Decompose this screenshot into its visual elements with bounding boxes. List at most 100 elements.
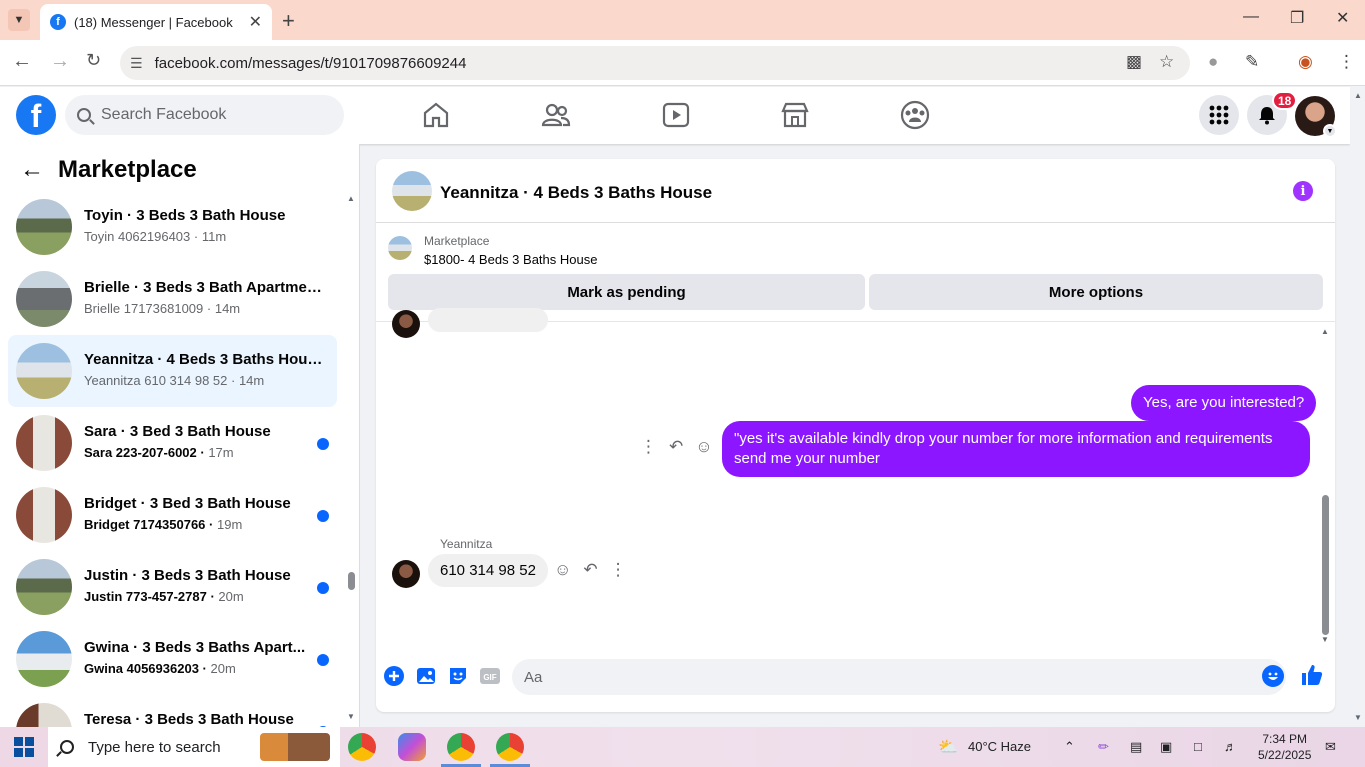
info-icon[interactable]: i bbox=[1293, 181, 1313, 201]
volume-icon[interactable]: ♬ bbox=[1224, 739, 1237, 754]
taskbar-search-text: Type here to search bbox=[88, 738, 221, 756]
conversation-item[interactable]: Bridget · 3 Bed 3 Bath House Bridget 717… bbox=[8, 479, 337, 551]
weather-icon[interactable]: ⛅ bbox=[938, 737, 958, 757]
new-tab-button[interactable]: + bbox=[282, 8, 295, 34]
site-info-icon[interactable]: ☰ bbox=[130, 55, 143, 72]
account-avatar[interactable]: ▼ bbox=[1295, 96, 1337, 138]
profile-icon[interactable]: ◉ bbox=[1298, 52, 1313, 72]
restore-icon[interactable]: ❐ bbox=[1290, 8, 1304, 28]
forward-icon[interactable]: → bbox=[50, 50, 70, 73]
marketplace-icon[interactable] bbox=[779, 99, 811, 131]
conversation-item-active[interactable]: Yeannitza · 4 Beds 3 Baths House Yeannit… bbox=[8, 335, 337, 407]
battery-icon[interactable]: ▣ bbox=[1160, 739, 1172, 755]
thumbs-up-icon[interactable] bbox=[1300, 663, 1324, 687]
home-icon[interactable] bbox=[420, 99, 452, 131]
chat-avatar[interactable] bbox=[392, 171, 432, 211]
facebook-logo-icon[interactable]: f bbox=[16, 95, 56, 135]
scroll-up-icon[interactable]: ▲ bbox=[347, 194, 355, 203]
photo-icon[interactable] bbox=[415, 665, 437, 687]
listing-thumbnail bbox=[16, 487, 72, 543]
marketplace-listing-card: Marketplace $1800- 4 Beds 3 Baths House … bbox=[376, 224, 1335, 321]
conversation-name: Toyin · 3 Beds 3 Bath House bbox=[84, 207, 286, 224]
scrollbar-thumb[interactable] bbox=[348, 572, 355, 590]
sender-avatar[interactable] bbox=[392, 560, 420, 588]
more-icon[interactable]: ⋮ bbox=[640, 437, 657, 457]
sidebar-scrollbar[interactable]: ▲ ▼ bbox=[347, 194, 355, 721]
listing-thumbnail bbox=[16, 343, 72, 399]
back-icon[interactable]: ← bbox=[12, 50, 32, 73]
message-bubble-outgoing: "yes it's available kindly drop your num… bbox=[722, 421, 1310, 477]
more-icon[interactable]: ⋮ bbox=[610, 560, 627, 580]
facebook-header: f 18 ▼ bbox=[0, 87, 1350, 144]
pen-icon[interactable]: ✏ bbox=[1098, 739, 1109, 755]
reply-icon[interactable]: ↶ bbox=[669, 437, 683, 457]
extensions-icon[interactable]: ✎ bbox=[1245, 52, 1259, 72]
sticker-icon[interactable] bbox=[447, 665, 469, 687]
scroll-down-icon[interactable]: ▼ bbox=[347, 712, 355, 721]
close-tab-icon[interactable]: ✕ bbox=[249, 12, 262, 32]
chat-title[interactable]: Yeannitza · 4 Beds 3 Baths House bbox=[440, 183, 712, 203]
conversation-preview: Toyin 4062196403 · 11m bbox=[84, 229, 227, 244]
page-scrollbar[interactable]: ▲ ▼ bbox=[1350, 87, 1365, 727]
react-smiley-icon[interactable]: ☺ bbox=[695, 437, 712, 457]
notification-center-icon[interactable]: ✉ bbox=[1325, 739, 1336, 755]
menu-grid-button[interactable] bbox=[1199, 95, 1239, 135]
bookmark-star-icon[interactable]: ☆ bbox=[1159, 52, 1174, 72]
scroll-up-icon[interactable]: ▲ bbox=[1354, 91, 1362, 100]
translate-icon[interactable]: ● bbox=[1208, 52, 1218, 72]
scroll-up-icon[interactable]: ▲ bbox=[1321, 327, 1329, 336]
tab-title: (18) Messenger | Facebook bbox=[74, 14, 233, 30]
more-options-button[interactable]: More options bbox=[869, 274, 1323, 310]
meet-icon[interactable]: ▤ bbox=[1130, 739, 1142, 755]
listing-thumbnail bbox=[16, 559, 72, 615]
conversation-item[interactable]: Brielle · 3 Beds 3 Bath Apartmen... Brie… bbox=[8, 263, 337, 335]
copilot-icon[interactable] bbox=[398, 733, 426, 761]
taskbar-clock[interactable]: 7:34 PM 5/22/2025 bbox=[1258, 731, 1311, 763]
weather-text[interactable]: 40°C Haze bbox=[968, 739, 1031, 754]
scroll-down-icon[interactable]: ▼ bbox=[1354, 713, 1362, 722]
emoji-icon[interactable] bbox=[1262, 665, 1284, 687]
conversation-item[interactable]: Sara · 3 Bed 3 Bath House Sara 223-207-6… bbox=[8, 407, 337, 479]
minimize-icon[interactable]: — bbox=[1243, 8, 1259, 26]
scroll-down-icon[interactable]: ▼ bbox=[1321, 635, 1329, 644]
tab-search-button[interactable]: ▼ bbox=[8, 9, 30, 31]
reload-icon[interactable]: ↻ bbox=[86, 50, 101, 71]
chat-scrollbar[interactable]: ▲ ▼ bbox=[1321, 327, 1331, 645]
conversation-name: Justin · 3 Beds 3 Bath House bbox=[84, 567, 291, 584]
network-icon[interactable]: □ bbox=[1194, 739, 1202, 754]
message-input[interactable] bbox=[512, 659, 1286, 695]
mark-as-pending-button[interactable]: Mark as pending bbox=[388, 274, 865, 310]
chrome-icon[interactable] bbox=[447, 733, 475, 761]
facebook-search[interactable] bbox=[65, 95, 344, 135]
plus-icon[interactable] bbox=[383, 665, 405, 687]
install-app-icon[interactable]: ▩ bbox=[1126, 52, 1142, 72]
browser-tab[interactable]: f (18) Messenger | Facebook ✕ bbox=[40, 4, 272, 40]
reply-icon[interactable]: ↶ bbox=[583, 560, 597, 580]
listing-title[interactable]: $1800- 4 Beds 3 Baths House bbox=[424, 252, 597, 267]
listing-thumbnail[interactable] bbox=[388, 236, 412, 260]
sender-avatar bbox=[392, 310, 420, 338]
message-list: Yes, are you interested? ⋮ ↶ ☺ "yes it's… bbox=[376, 308, 1335, 651]
close-window-icon[interactable]: ✕ bbox=[1336, 8, 1349, 28]
react-smiley-icon[interactable]: ☺ bbox=[554, 560, 571, 580]
friends-icon[interactable] bbox=[540, 99, 572, 131]
conversation-item[interactable]: Justin · 3 Beds 3 Bath House Justin 773-… bbox=[8, 551, 337, 623]
conversation-item[interactable]: Gwina · 3 Beds 3 Baths Apart... Gwina 40… bbox=[8, 623, 337, 695]
conversation-item[interactable]: Teresa · 3 Beds 3 Bath House bbox=[8, 695, 337, 727]
chrome-icon[interactable] bbox=[496, 733, 524, 761]
video-icon[interactable] bbox=[660, 99, 692, 131]
browser-menu-icon[interactable]: ⋮ bbox=[1338, 52, 1355, 72]
gif-icon[interactable]: GIF bbox=[479, 665, 501, 687]
scrollbar-thumb[interactable] bbox=[1322, 495, 1329, 635]
chevron-up-icon[interactable]: ⌃ bbox=[1064, 739, 1075, 755]
conversation-item[interactable]: Toyin · 3 Beds 3 Bath House Toyin 406219… bbox=[8, 191, 337, 263]
address-bar[interactable]: ☰ facebook.com/messages/t/91017098766092… bbox=[120, 46, 1190, 80]
windows-start-icon[interactable] bbox=[14, 737, 34, 757]
search-input[interactable] bbox=[101, 106, 321, 124]
conversation-name: Gwina · 3 Beds 3 Baths Apart... bbox=[84, 639, 306, 656]
listing-thumbnail bbox=[16, 199, 72, 255]
back-arrow-icon[interactable]: ← bbox=[20, 156, 44, 184]
groups-icon[interactable] bbox=[899, 99, 931, 131]
conversation-preview: Yeannitza 610 314 98 52 · 14m bbox=[84, 373, 265, 388]
chrome-icon[interactable] bbox=[348, 733, 376, 761]
